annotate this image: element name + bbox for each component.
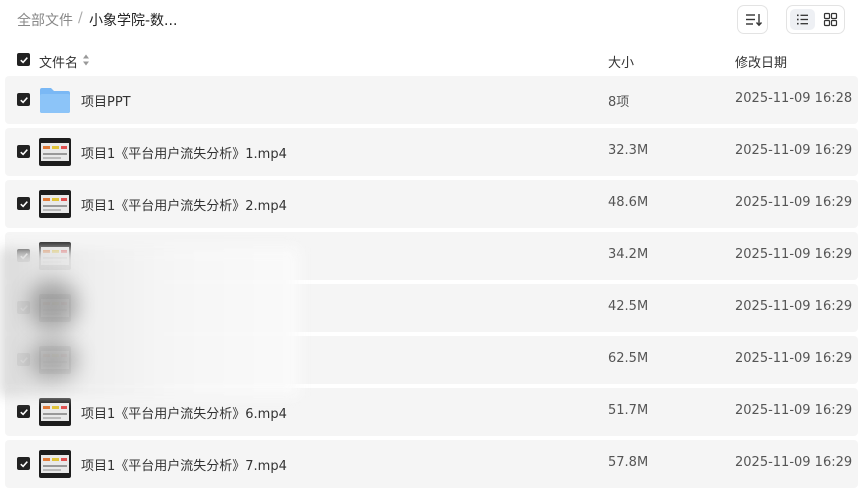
file-size: 51.7M xyxy=(608,403,649,418)
video-thumbnail xyxy=(39,398,71,426)
top-bar: 全部文件 / 小象学院-数... xyxy=(0,0,858,40)
row-checkbox[interactable] xyxy=(17,145,30,158)
column-header-size[interactable]: 大小 xyxy=(608,52,634,71)
list-view-icon xyxy=(797,14,808,25)
file-name[interactable]: 项目1《平台用户流失分析》7.mp4 xyxy=(81,455,287,474)
file-size: 57.8M xyxy=(608,455,649,470)
breadcrumb-separator: / xyxy=(78,10,83,26)
video-thumbnail xyxy=(39,138,71,166)
row-checkbox[interactable] xyxy=(17,197,30,210)
list-view-button[interactable] xyxy=(790,9,815,30)
file-modified-date: 2025-11-09 16:29 xyxy=(735,195,853,210)
file-size: 42.5M xyxy=(608,299,649,314)
breadcrumb-current: 小象学院-数... xyxy=(89,13,178,29)
row-checkbox[interactable] xyxy=(17,405,30,418)
table-row[interactable]: 项目1《平台用户流失分析》7.mp4 57.8M 2025-11-09 16:29 xyxy=(5,440,858,488)
table-row[interactable]: 项目PPT 8项 2025-11-09 16:28 xyxy=(5,76,858,124)
video-thumbnail xyxy=(39,450,71,478)
row-checkbox[interactable] xyxy=(17,93,30,106)
file-modified-date: 2025-11-09 16:29 xyxy=(735,403,853,418)
file-modified-date: 2025-11-09 16:28 xyxy=(735,91,853,106)
file-name[interactable]: 项目PPT xyxy=(81,91,131,110)
checkmark-icon xyxy=(19,408,28,416)
table-header: 文件名 大小 修改日期 xyxy=(0,44,858,76)
blurred-overlay-spot xyxy=(28,340,78,380)
table-row[interactable]: 项目1《平台用户流失分析》1.mp4 32.3M 2025-11-09 16:29 xyxy=(5,128,858,176)
sort-arrows-icon[interactable] xyxy=(82,53,90,67)
grid-view-icon xyxy=(823,12,838,27)
checkmark-icon xyxy=(19,148,28,156)
file-size: 8项 xyxy=(608,95,630,110)
file-modified-date: 2025-11-09 16:29 xyxy=(735,299,853,314)
video-thumbnail xyxy=(39,190,71,218)
file-modified-date: 2025-11-09 16:29 xyxy=(735,143,853,158)
file-size: 48.6M xyxy=(608,195,649,210)
sort-icon xyxy=(746,14,763,27)
checkmark-icon xyxy=(19,200,28,208)
file-modified-date: 2025-11-09 16:29 xyxy=(735,247,853,262)
file-name[interactable]: 项目1《平台用户流失分析》1.mp4 xyxy=(81,143,287,162)
checkmark-icon xyxy=(19,460,28,468)
file-size: 34.2M xyxy=(608,247,649,262)
file-modified-date: 2025-11-09 16:29 xyxy=(735,351,853,366)
select-all-checkbox[interactable] xyxy=(17,53,30,66)
file-modified-date: 2025-11-09 16:29 xyxy=(735,455,853,470)
file-size: 32.3M xyxy=(608,143,649,158)
folder-icon xyxy=(39,86,71,114)
checkmark-icon xyxy=(19,96,28,104)
file-name[interactable]: 项目1《平台用户流失分析》6.mp4 xyxy=(81,403,287,422)
row-checkbox[interactable] xyxy=(17,457,30,470)
file-size: 62.5M xyxy=(608,351,649,366)
checkmark-icon xyxy=(19,56,28,64)
view-toggle xyxy=(786,5,845,34)
sort-button[interactable] xyxy=(737,5,768,34)
column-header-date[interactable]: 修改日期 xyxy=(735,52,787,71)
column-header-name[interactable]: 文件名 xyxy=(39,52,78,71)
file-name[interactable]: 项目1《平台用户流失分析》2.mp4 xyxy=(81,195,287,214)
breadcrumb-root-link[interactable]: 全部文件 xyxy=(17,10,73,30)
table-row[interactable]: 项目1《平台用户流失分析》2.mp4 48.6M 2025-11-09 16:29 xyxy=(5,180,858,228)
grid-view-button[interactable] xyxy=(818,9,843,30)
blurred-overlay-spot xyxy=(28,280,78,330)
